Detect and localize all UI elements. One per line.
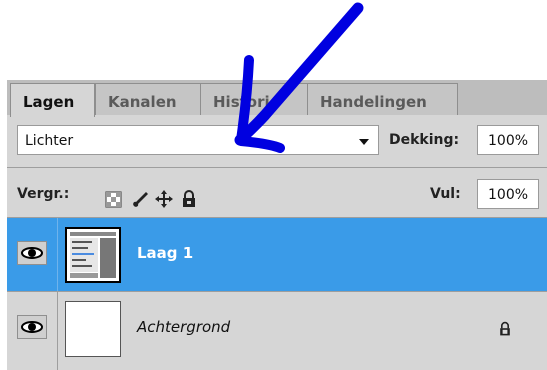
annotation-arrow [234, 2, 364, 153]
